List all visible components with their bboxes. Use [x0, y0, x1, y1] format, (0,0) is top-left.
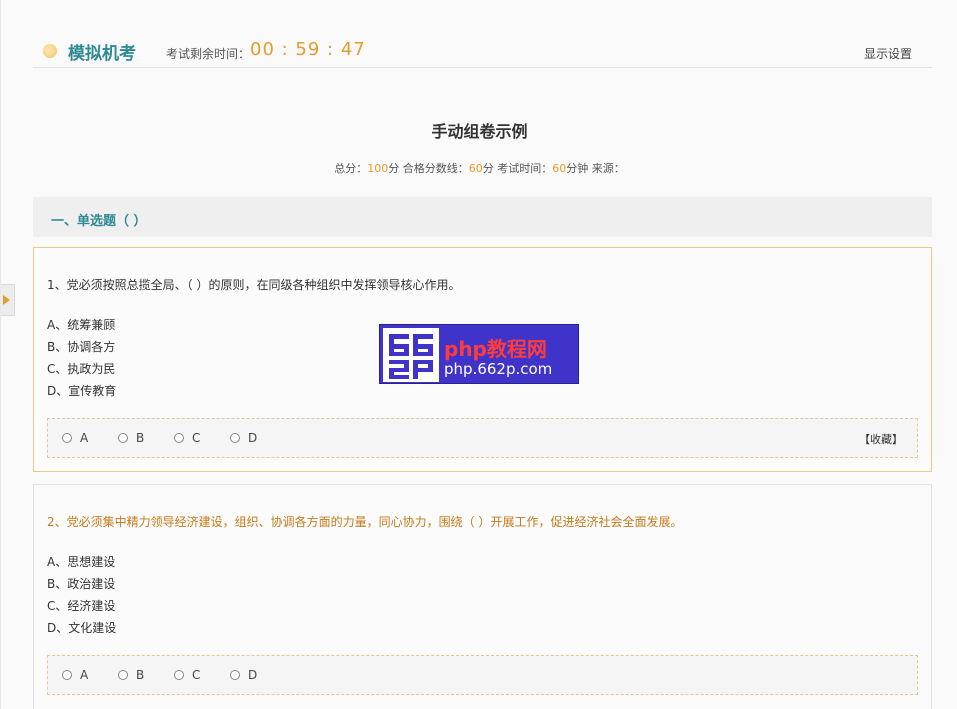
radio-b[interactable]: B	[118, 431, 144, 445]
display-settings-link[interactable]: 显示设置	[864, 45, 912, 62]
exam-page: 模拟机考 考试剩余时间： 00 : 59 : 47 显示设置 手动组卷示例 总分…	[0, 0, 957, 709]
option-d: D、文化建设	[47, 621, 117, 635]
radio-label: A	[80, 431, 89, 445]
radio-label: B	[136, 668, 145, 682]
section-title: 一、单选题（ ）	[51, 214, 147, 229]
paper-title: 手动组卷示例	[431, 122, 528, 141]
question-text: 1、党必须按照总揽全局、（ ）的原则，在同级各种组织中发挥领导核心作用。	[47, 278, 461, 292]
answer-box: A B C D	[47, 655, 918, 695]
radio-d[interactable]: D	[230, 668, 257, 682]
option-d: D、宣传教育	[47, 384, 117, 398]
brand-title: 模拟机考	[68, 44, 136, 64]
exam-time: 60	[552, 162, 567, 175]
radio-circle-icon[interactable]	[62, 670, 72, 680]
bullet-icon	[43, 44, 57, 58]
option-list: A、思想建设 B、政治建设 C、经济建设 D、文化建设	[47, 551, 116, 639]
radio-label: D	[248, 668, 258, 682]
exam-time-unit: 分钟 来源：	[566, 162, 625, 175]
pass-score: 60	[468, 162, 483, 175]
option-c: C、执政为民	[47, 362, 116, 376]
watermark-logo-icon	[383, 328, 439, 382]
question-text: 2、党必须集中精力领导经济建设，组织、协调各方面的力量，同心协力，围绕（ ）开展…	[47, 515, 683, 529]
total-score-label: 总分：	[334, 162, 368, 175]
radio-circle-icon[interactable]	[62, 433, 72, 443]
watermark-url: php.662p.com	[444, 360, 553, 378]
option-a: A、思想建设	[47, 555, 116, 569]
radio-circle-icon[interactable]	[230, 670, 240, 680]
radio-label: A	[80, 668, 89, 682]
pass-score-label: 分 合格分数线：	[388, 162, 469, 175]
radio-label: B	[136, 431, 145, 445]
radio-b[interactable]: B	[118, 668, 144, 682]
exam-time-label: 分 考试时间：	[482, 162, 553, 175]
radio-label: C	[192, 431, 201, 445]
radio-circle-icon[interactable]	[174, 433, 184, 443]
timer-label: 考试剩余时间：	[166, 47, 251, 61]
radio-label: D	[248, 431, 258, 445]
radio-c[interactable]: C	[174, 431, 200, 445]
exam-header: 模拟机考 考试剩余时间： 00 : 59 : 47 显示设置	[33, 30, 932, 68]
option-b: B、协调各方	[47, 340, 116, 354]
radio-circle-icon[interactable]	[118, 433, 128, 443]
collect-button[interactable]: 【收藏】	[859, 431, 903, 447]
radio-circle-icon[interactable]	[174, 670, 184, 680]
watermark: php教程网 php.662p.com	[379, 324, 579, 384]
radio-a[interactable]: A	[62, 431, 88, 445]
side-panel-toggle[interactable]	[1, 284, 15, 316]
arrow-right-icon	[3, 295, 10, 305]
option-list: A、统筹兼顾 B、协调各方 C、执政为民 D、宣传教育	[47, 314, 116, 402]
option-a: A、统筹兼顾	[47, 318, 116, 332]
paper-meta: 总分：100分 合格分数线：60分 考试时间：60分钟 来源：	[1, 160, 957, 176]
radio-d[interactable]: D	[230, 431, 257, 445]
question-card-2: 2、党必须集中精力领导经济建设，组织、协调各方面的力量，同心协力，围绕（ ）开展…	[33, 484, 932, 709]
total-score: 100	[367, 162, 389, 175]
radio-circle-icon[interactable]	[230, 433, 240, 443]
option-c: C、经济建设	[47, 599, 116, 613]
radio-a[interactable]: A	[62, 668, 88, 682]
radio-c[interactable]: C	[174, 668, 200, 682]
option-b: B、政治建设	[47, 577, 116, 591]
countdown-timer: 00 : 59 : 47	[250, 39, 366, 60]
section-header: 一、单选题（ ）	[33, 197, 932, 237]
radio-label: C	[192, 668, 201, 682]
answer-box: A B C D 【收藏】	[47, 418, 918, 458]
radio-circle-icon[interactable]	[118, 670, 128, 680]
watermark-title: php教程网	[444, 337, 547, 361]
